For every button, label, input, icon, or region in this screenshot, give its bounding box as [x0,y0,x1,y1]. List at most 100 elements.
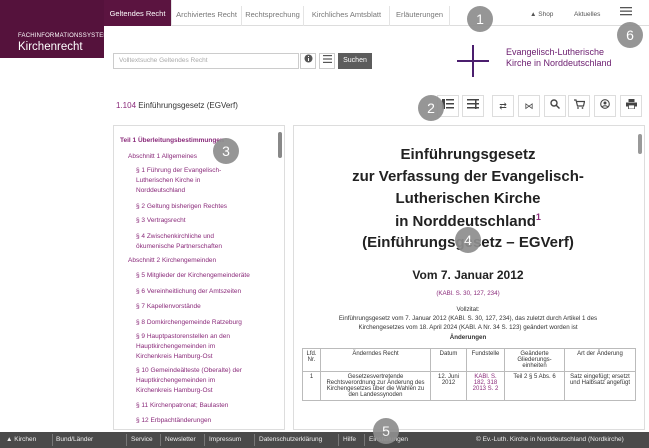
brand-title: Kirchenrecht [18,41,83,53]
toc-item[interactable]: Lutherischen Kirche in [136,176,200,186]
cross-icon [457,45,489,77]
split-icon[interactable]: ⋈ [518,95,540,117]
toc-item[interactable]: Abschnitt 2 Kirchengemeinden [128,256,216,266]
toc-item[interactable]: § 2 Geltung bisherigen Rechtes [136,202,227,212]
table-header: Fundstelle [466,348,505,372]
document-pane: Einführungsgesetz zur Verfassung der Eva… [293,125,645,430]
footer-separator [338,434,339,446]
footer-bar: ▲ Kirchen Bund/Länder Service Newsletter… [0,432,649,448]
toc-item[interactable]: § 5 Mitglieder der Kirchengemeinderäte [136,271,250,281]
toc-item[interactable]: § 8 Domkirchengemeinde Ratzeburg [136,318,242,328]
document-number: 1.104 [116,101,137,110]
footer-kirchen-link[interactable]: ▲ Kirchen [6,436,36,443]
footnote-marker[interactable]: 1 [536,212,541,222]
logo-line-2: Kirche in Norddeutschland [506,58,612,68]
search-input[interactable]: Volltextsuche Geltendes Recht [113,53,299,69]
footer-separator [364,434,365,446]
table-header: Art der Änderung [564,348,636,372]
footer-link-service[interactable]: Service [131,436,153,443]
doc-title-line-3: Lutherischen Kirche [395,190,541,207]
print-icon[interactable] [620,95,642,117]
brand-block[interactable]: FACHINFORMATIONSSYSTEM Kirchenrecht [0,0,108,58]
toc-item[interactable]: Norddeutschland [136,186,185,196]
table-header: Lfd. Nr. [302,348,321,372]
brand-subtitle: FACHINFORMATIONSSYSTEM [18,33,109,39]
collapse-icon[interactable] [462,95,484,117]
search-button[interactable]: Suchen [338,53,372,69]
toc-item[interactable]: § 10 Gemeindeälteste (Oberalte) der [136,366,242,376]
toc-item[interactable]: Kirchenkreis Hamburg-Ost [136,352,213,362]
table-cell: 1 [302,371,321,401]
toc-item[interactable]: § 1 Führung der Evangelisch- [136,166,221,176]
tab-rechtsprechung[interactable]: Rechtsprechung [242,6,304,26]
toc-item[interactable]: Kirchenkreis Hamburg-Ost [136,386,213,396]
footer-bund-link[interactable]: Bund/Länder [56,436,93,443]
footer-separator [126,434,127,446]
doc-reference[interactable]: (KABl. S. 30, 127, 234) [294,290,642,297]
user-icon[interactable] [594,95,616,117]
footer-link-datenschutz[interactable]: Datenschutzerklärung [259,436,322,443]
tab-erlaeuterungen[interactable]: Erläuterungen [390,6,450,26]
table-row: 1 Gesetzesvertretende Rechtsverordnung z… [302,371,636,401]
footer-link-newsletter[interactable]: Newsletter [165,436,196,443]
toc-scrollbar[interactable] [278,132,282,158]
toc-item[interactable]: § 6 Vereinheitlichung der Amtszeiten [136,287,241,297]
footer-separator [204,434,205,446]
toc-item[interactable]: Abschnitt 1 Allgemeines [128,152,197,162]
toc-item[interactable]: Hauptkirchengemeinden im [136,342,215,352]
church-logo[interactable]: Evangelisch-Lutherische Kirche in Nordde… [441,37,645,85]
tab-archiviertes-recht[interactable]: Archiviertes Recht [172,6,242,26]
callout-marker: 3 [213,138,239,164]
document-title: 1.104 Einführungsgesetz (EGVerf) [116,101,238,110]
footer-copyright: © Ev.-Luth. Kirche in Norddeutschland (N… [476,436,624,443]
table-cell: Gesetzesvertretende Rechtsverordnung zur… [320,371,431,401]
toc-item[interactable]: ökumenische Partnerschaften [136,242,222,252]
info-icon[interactable] [300,53,316,69]
footer-separator [52,434,53,446]
table-header: Änderndes Recht [320,348,431,372]
toc-item[interactable]: § 12 Erbpachtänderungen [136,416,211,426]
table-cell: Teil 2 § 5 Abs. 6 [504,371,565,401]
toc-item[interactable]: Hauptkirchengemeinden im [136,376,215,386]
table-cell: 12. Juni 2012 [430,371,467,401]
footer-link-impressum[interactable]: Impressum [209,436,241,443]
callout-marker: 5 [373,418,399,444]
shop-link[interactable]: ▲ Shop [530,6,553,26]
toc-item[interactable]: § 4 Zwischenkirchliche und [136,232,214,242]
document-name: Einführungsgesetz (EGVerf) [136,101,238,110]
doc-title-line-1: Einführungsgesetz [400,146,536,163]
toc-item[interactable]: § 7 Kapellenvorstände [136,302,201,312]
compare-icon[interactable]: ⇄ [492,95,514,117]
aktuelles-link[interactable]: Aktuelles [574,6,600,26]
doc-title-line-2: zur Verfassung der Evangelisch- [352,168,584,185]
vollzitat-label: Vollzitat: [456,306,480,313]
callout-marker: 2 [418,95,444,121]
changes-table: Lfd. Nr. Änderndes Recht Datum Fundstell… [302,348,636,401]
logo-text: Evangelisch-Lutherische Kirche in Nordde… [506,47,612,69]
table-header-row: Lfd. Nr. Änderndes Recht Datum Fundstell… [302,348,636,372]
tab-kirchliches-amtsblatt[interactable]: Kirchliches Amtsblatt [304,6,390,26]
table-cell: Satz eingefügt; ersetzt und Halbsatz ang… [564,371,636,401]
footer-separator [160,434,161,446]
cart-icon[interactable] [568,95,590,117]
list-icon[interactable] [319,53,335,69]
table-cell-link[interactable]: KABl. S. 182, 318 2013 S. 2 [466,371,505,401]
toc-item[interactable]: § 9 Hauptpastorenstellen an den [136,332,230,342]
footer-link-hilfe[interactable]: Hilfe [343,436,356,443]
search-icon[interactable] [544,95,566,117]
toc-item[interactable]: § 11 Kirchenpatronat; Baulasten [136,401,228,411]
callout-marker: 4 [455,227,481,253]
toc-item[interactable]: § 3 Vertragsrecht [136,216,186,226]
vollzitat-text-2: Kirchengesetzes vom 18. April 2024 (KABl… [358,324,578,331]
callout-marker: 6 [617,22,643,48]
table-header: Geänderte Gliederungs-einheiten [504,348,565,372]
callout-marker: 1 [467,6,493,32]
toc-item[interactable]: Teil 1 Überleitungsbestimmungen [120,136,224,146]
vollzitat-text-1: Einführungsgesetz vom 7. Januar 2012 (KA… [338,315,598,322]
logo-line-1: Evangelisch-Lutherische [506,47,605,57]
top-navigation: Geltendes Recht Archiviertes Recht Recht… [104,0,649,26]
tab-geltendes-recht[interactable]: Geltendes Recht [104,0,172,26]
table-header: Datum [430,348,467,372]
table-of-contents: Teil 1 Überleitungsbestimmungen Abschnit… [113,125,285,430]
aenderungen-heading: Änderungen [449,334,487,341]
